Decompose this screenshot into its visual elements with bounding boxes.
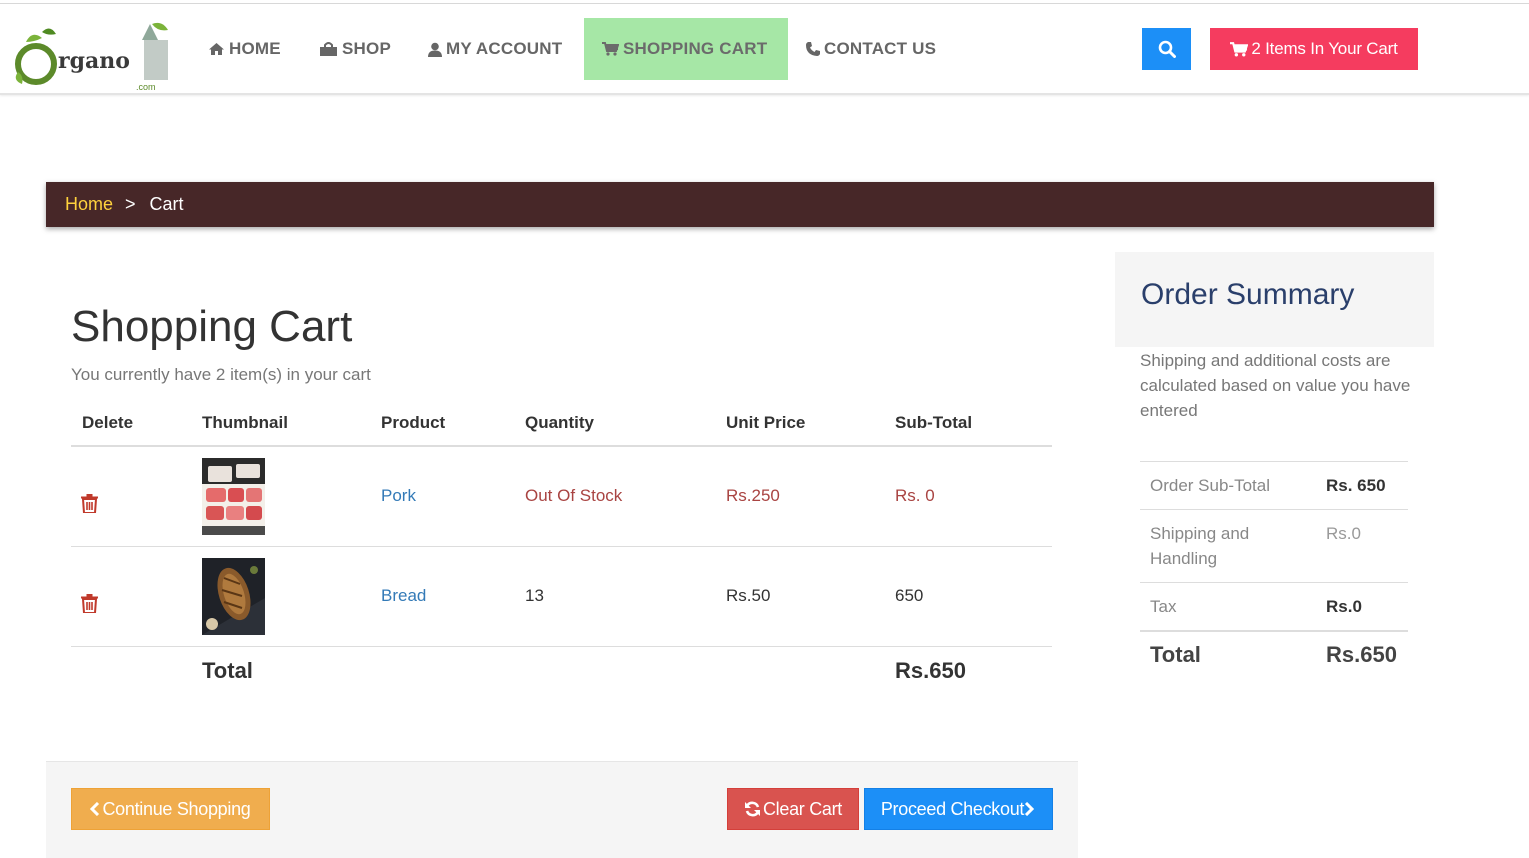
clear-cart-button[interactable]: Clear Cart	[727, 788, 859, 830]
empty-cell	[71, 646, 202, 696]
summary-total-label: Total	[1140, 630, 1316, 678]
product-link[interactable]: Bread	[381, 586, 426, 605]
table-row: Bread 13 Rs.50 650	[71, 546, 1052, 647]
shopping-cart-icon	[602, 42, 619, 56]
search-icon	[1158, 40, 1176, 58]
logo-domain: .com	[136, 82, 156, 92]
unit-price-cell: Rs.50	[726, 546, 895, 647]
cart-item-count-text: You currently have 2 item(s) in your car…	[71, 365, 371, 384]
column-header-quantity: Quantity	[525, 400, 726, 447]
thumbnail-cell	[202, 546, 381, 647]
quantity-cell: 13	[525, 546, 726, 647]
breadcrumb: Home > Cart	[46, 182, 1434, 227]
navbar: rgano .com HOME SHOP MY ACCOUNT SHOPPING…	[0, 4, 1529, 95]
summary-label: Order Sub-Total	[1140, 461, 1316, 510]
delete-cell	[71, 546, 202, 647]
column-header-delete: Delete	[71, 400, 202, 447]
empty-cell	[726, 646, 895, 696]
cart-table-header: Delete Thumbnail Product Quantity Unit P…	[71, 400, 1052, 447]
bread-thumbnail[interactable]	[202, 557, 265, 635]
order-summary-header: Order Summary	[1115, 252, 1434, 347]
cart-table: Delete Thumbnail Product Quantity Unit P…	[71, 400, 1052, 696]
nav-home-label: HOME	[229, 39, 281, 58]
chevron-left-icon	[90, 802, 100, 816]
summary-value: Rs.0	[1316, 509, 1408, 583]
product-link[interactable]: Pork	[381, 486, 416, 505]
nav-shopping-cart[interactable]: SHOPPING CART	[584, 18, 788, 80]
subtotal-cell: Rs. 0	[895, 446, 1052, 547]
thumbnail-cell	[202, 446, 381, 547]
column-header-thumbnail: Thumbnail	[202, 400, 381, 447]
breadcrumb-separator: >	[125, 194, 136, 214]
summary-total-row: Total Rs.650	[1140, 630, 1408, 678]
product-cell: Bread	[381, 546, 525, 647]
proceed-checkout-button[interactable]: Proceed Checkout	[864, 788, 1053, 830]
breadcrumb-current: Cart	[149, 194, 184, 214]
order-summary-title: Order Summary	[1141, 278, 1355, 311]
subtotal-cell: 650	[895, 546, 1052, 647]
cart-items-button[interactable]: 2 Items In Your Cart	[1210, 28, 1418, 70]
empty-cell	[525, 646, 726, 696]
trash-icon[interactable]	[81, 594, 98, 614]
empty-cell	[381, 646, 525, 696]
nav-home[interactable]: HOME	[208, 18, 281, 80]
summary-label: Tax	[1140, 582, 1316, 631]
nav-shop-label: SHOP	[342, 39, 391, 58]
shopping-cart-icon	[1230, 41, 1249, 56]
nav-contact-us-label: CONTACT US	[824, 39, 937, 58]
continue-shopping-button[interactable]: Continue Shopping	[71, 788, 270, 830]
nav-shop[interactable]: SHOP	[319, 18, 391, 80]
organo-logo[interactable]: rgano .com	[12, 20, 172, 92]
cart-actions-bar: Continue Shopping Clear Cart Proceed Che…	[46, 761, 1078, 858]
nav-my-account-label: MY ACCOUNT	[446, 39, 563, 58]
summary-row: Shipping and Handling Rs.0	[1140, 509, 1408, 583]
refresh-icon	[744, 801, 760, 817]
logo-wordmark: rgano	[58, 48, 130, 74]
nav-my-account[interactable]: MY ACCOUNT	[428, 18, 562, 80]
product-cell: Pork	[381, 446, 525, 547]
phone-icon	[806, 42, 820, 56]
trash-icon[interactable]	[81, 494, 98, 515]
home-icon	[209, 43, 224, 55]
summary-total-value: Rs.650	[1316, 630, 1408, 678]
order-summary-note: Shipping and additional costs are calcul…	[1140, 351, 1411, 420]
unit-price-cell: Rs.250	[726, 446, 895, 547]
nav-shopping-cart-label: SHOPPING CART	[623, 39, 768, 58]
chevron-right-icon	[1025, 802, 1035, 816]
shopping-bag-icon	[320, 42, 337, 56]
order-summary-table: Order Sub-Total Rs. 650 Shipping and Han…	[1140, 461, 1408, 678]
pork-thumbnail[interactable]	[202, 457, 265, 535]
breadcrumb-home-link[interactable]: Home	[65, 194, 113, 215]
user-icon	[428, 42, 442, 57]
summary-row: Order Sub-Total Rs. 650	[1140, 461, 1408, 510]
nav-contact-us[interactable]: CONTACT US	[806, 18, 936, 80]
cart-items-label: 2 Items In Your Cart	[1251, 39, 1398, 58]
summary-value: Rs. 650	[1316, 461, 1408, 510]
table-row: Pork Out Of Stock Rs.250 Rs. 0	[71, 446, 1052, 547]
clear-cart-label: Clear Cart	[762, 798, 843, 819]
cart-total-value: Rs.650	[895, 658, 966, 684]
continue-shopping-label: Continue Shopping	[102, 798, 251, 819]
column-header-unit-price: Unit Price	[726, 400, 895, 447]
delete-cell	[71, 446, 202, 547]
quantity-cell: Out Of Stock	[525, 446, 726, 547]
summary-row: Tax Rs.0	[1140, 582, 1408, 631]
cart-total-label: Total	[202, 658, 253, 684]
proceed-checkout-label: Proceed Checkout	[880, 798, 1025, 819]
column-header-subtotal: Sub-Total	[895, 400, 1052, 447]
summary-value: Rs.0	[1316, 582, 1408, 631]
column-header-product: Product	[381, 400, 525, 447]
summary-label: Shipping and Handling	[1140, 509, 1316, 583]
page-title: Shopping Cart	[71, 302, 353, 351]
search-button[interactable]	[1142, 28, 1191, 70]
cart-total-row: Total Rs.650	[71, 646, 1052, 696]
